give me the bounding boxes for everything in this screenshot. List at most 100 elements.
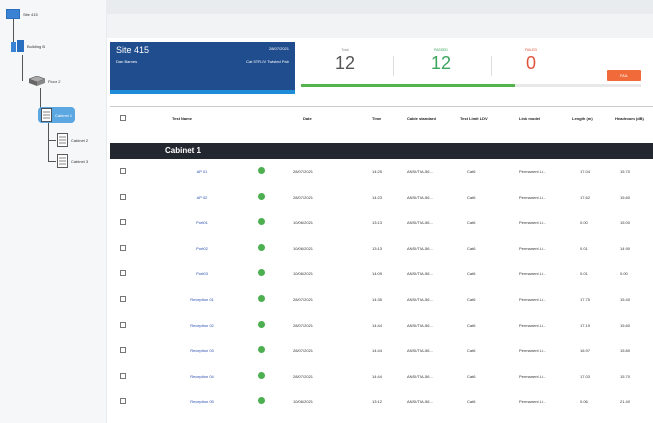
cell-limit: Cat6 xyxy=(467,194,476,200)
cabinet-icon xyxy=(57,154,68,168)
stat-value: 12 xyxy=(430,53,452,73)
table-row[interactable]: AP 02 28/07/2021 14:23 ANSI/TIA-56... Cat6 Pe… xyxy=(110,185,653,210)
test-name-link[interactable]: Reception 05 xyxy=(172,399,232,404)
row-checkbox[interactable] xyxy=(120,168,126,175)
row-checkbox[interactable] xyxy=(120,193,126,201)
tree-node-cabinet-3[interactable]: Cabinet 3 xyxy=(57,154,88,168)
site-date: 28/07/2021 xyxy=(268,46,289,51)
cell-length: 16.97 xyxy=(580,348,591,354)
site-panel-strip xyxy=(110,90,295,94)
divider xyxy=(393,56,394,76)
tree-node-site[interactable]: Site 415 xyxy=(6,9,38,19)
column-header[interactable]: Headroom (dB) xyxy=(615,116,653,121)
cell-length: 17.03 xyxy=(580,373,591,379)
cell-date: 28/07/2021 xyxy=(293,297,314,302)
pass-status-icon xyxy=(258,320,265,328)
pass-status-icon xyxy=(258,371,265,379)
table-row[interactable]: Reception 04 28/07/2021 14:44 ANSI/TIA-56..… xyxy=(110,364,653,389)
pass-status-icon xyxy=(258,243,265,251)
table-header: Test Name Date Time Cable standard Test … xyxy=(110,110,653,128)
column-header[interactable]: Cable standard xyxy=(407,116,436,121)
test-name-link[interactable]: Reception 03 xyxy=(172,348,232,353)
row-checkbox[interactable] xyxy=(120,244,126,252)
cell-length: 17.62 xyxy=(580,194,591,200)
column-header[interactable]: Length (m) xyxy=(572,116,593,121)
cell-model: Permanent Li... xyxy=(519,271,547,277)
cell-limit: Cat6 xyxy=(467,373,476,379)
stat-total: Total 12 xyxy=(315,48,375,74)
table-row[interactable]: Reception 02 28/07/2021 14:44 ANSI/TIA-56..… xyxy=(110,313,653,338)
tree-connector xyxy=(48,122,49,162)
select-all-checkbox[interactable] xyxy=(120,115,126,122)
tree-node-label: Cabinet 1 xyxy=(55,112,73,118)
column-header[interactable]: Test Name xyxy=(172,116,192,121)
cell-model: Permanent Li... xyxy=(519,245,547,251)
cell-std: ANSI/TIA-56... xyxy=(407,220,433,226)
test-name-link[interactable]: Reception 04 xyxy=(172,374,232,379)
cell-date: 28/07/2021 xyxy=(293,194,314,200)
cell-date: 10/06/2021 xyxy=(293,220,314,226)
cabinet-icon xyxy=(57,133,68,147)
cell-model: Permanent Li... xyxy=(519,322,547,328)
tree-node-cabinet-2[interactable]: Cabinet 2 xyxy=(57,133,88,147)
row-checkbox[interactable] xyxy=(120,296,126,303)
test-name-link[interactable]: Port01 xyxy=(172,220,232,225)
test-name-link[interactable]: AP 01 xyxy=(172,169,232,174)
table-row[interactable]: Reception 01 28/07/2021 14:35 ANSI/TIA-56..… xyxy=(110,287,653,312)
column-header[interactable]: Time xyxy=(372,116,381,121)
cell-limit: Cat6 xyxy=(467,169,476,174)
row-checkbox[interactable] xyxy=(120,321,126,329)
column-header[interactable]: Test Limit LDV xyxy=(460,116,488,121)
cell-std: ANSI/TIA-56... xyxy=(407,322,433,328)
cell-headroom: 15.80 xyxy=(620,348,631,354)
cell-time: 14:09 xyxy=(372,271,383,277)
tree-node-cabinet-1[interactable]: Cabinet 1 xyxy=(38,107,76,123)
stat-value: 12 xyxy=(334,53,356,73)
fail-filter-button[interactable]: FAIL xyxy=(607,70,641,81)
main-panel: Site 415 Dan Barnes 28/07/2021 Cat 5TR-I… xyxy=(107,14,653,423)
cell-date: 10/06/2021 xyxy=(293,399,314,405)
site-summary-panel: Site 415 Dan Barnes 28/07/2021 Cat 5TR-I… xyxy=(110,42,295,90)
group-title: Cabinet 1 xyxy=(165,146,202,155)
row-checkbox[interactable] xyxy=(120,219,126,226)
test-name-link[interactable]: AP 02 xyxy=(172,195,232,200)
row-checkbox[interactable] xyxy=(120,398,126,405)
cell-model: Permanent Li... xyxy=(519,373,547,379)
cell-std: ANSI/TIA-56... xyxy=(407,373,433,379)
column-header[interactable]: Link model xyxy=(519,116,540,121)
pass-status-icon xyxy=(258,295,265,302)
table-row[interactable]: Reception 03 28/07/2021 14:44 ANSI/TIA-56..… xyxy=(110,338,653,363)
row-checkbox[interactable] xyxy=(120,347,126,354)
cell-limit: Cat6 xyxy=(467,322,476,328)
row-checkbox[interactable] xyxy=(120,270,126,277)
cell-headroom: 14.90 xyxy=(620,245,631,251)
cell-std: ANSI/TIA-56... xyxy=(407,399,433,405)
site-name: Site 415 xyxy=(116,45,150,55)
group-header-row[interactable]: Cabinet 1 xyxy=(110,143,653,159)
tree-connector xyxy=(13,18,14,42)
cell-length: 17.19 xyxy=(580,322,591,328)
tree-node-floor[interactable]: Floor 2 xyxy=(29,76,60,86)
cell-length: 0.01 xyxy=(580,245,588,251)
cell-std: ANSI/TIA-56... xyxy=(407,348,433,354)
table-row[interactable]: AP 01 28/07/2021 14:25 ANSI/TIA-56... Cat6 Pe… xyxy=(110,159,653,184)
cell-length: 0.06 xyxy=(580,399,588,405)
cell-model: Permanent Li... xyxy=(519,169,547,174)
column-header[interactable]: Date xyxy=(303,116,312,121)
table-row[interactable]: Port01 10/06/2021 13:13 ANSI/TIA-56... Cat6 P… xyxy=(110,210,653,235)
cell-headroom: 21.40 xyxy=(620,399,631,405)
test-name-link[interactable]: Reception 01 xyxy=(172,297,232,302)
test-name-link[interactable]: Port03 xyxy=(172,271,232,276)
test-name-link[interactable]: Reception 02 xyxy=(172,323,232,328)
tree-connector xyxy=(48,161,56,162)
cell-std: ANSI/TIA-56... xyxy=(407,245,433,251)
table-row[interactable]: Port02 10/06/2021 13:13 ANSI/TIA-56... Cat6 P… xyxy=(110,236,653,261)
table-row[interactable]: Reception 05 10/06/2021 13:12 ANSI/TIA-56..… xyxy=(110,389,653,414)
tree-node-label: Site 415 xyxy=(23,11,38,17)
test-name-link[interactable]: Port02 xyxy=(172,246,232,251)
site-test-info: Cat 5TR-IV Twisted Pair xyxy=(246,59,289,64)
table-row[interactable]: Port03 10/06/2021 14:09 ANSI/TIA-56... Cat6 P… xyxy=(110,261,653,286)
tree-node-building[interactable]: Building B xyxy=(11,40,45,52)
cell-time: 14:25 xyxy=(372,169,383,174)
row-checkbox[interactable] xyxy=(120,372,126,380)
